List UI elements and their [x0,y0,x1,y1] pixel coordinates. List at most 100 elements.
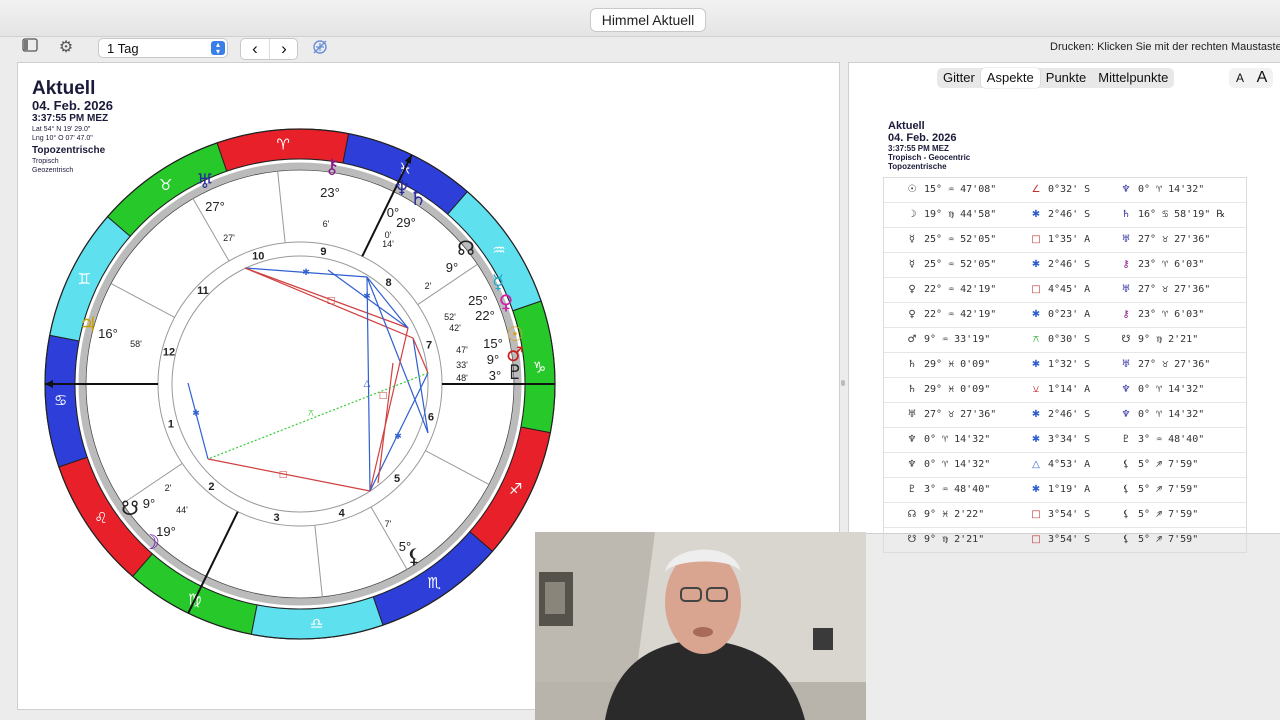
aspect-orb: □ 4°45' A [1031,284,1091,295]
aspect-row[interactable]: ☽ 19° ♍ 44'58" ✱ 2°46' S ♄ 16° ♋ 58'19" ℞ [884,203,1246,228]
capricorn-sign-glyph: ♑ [533,358,546,376]
saturn-degree: 29° [396,215,416,230]
link-off-icon[interactable] [310,38,330,58]
aquarius-sign-glyph: ♒ [492,241,505,259]
scorpio-sign-glyph: ♏ [427,574,441,592]
aspect-orb: △ 4°53' A [1032,459,1091,470]
moon-degree: 19° [156,524,176,539]
aspect-position-2: ⚷ 23° ♈ 6'03" [1122,259,1205,270]
aspect-position-1: ♀ 22° ♒ 42'19" [908,284,997,295]
venus-glyph: ♀ [499,290,514,314]
square-marker: □ [327,296,336,306]
chiron-degree: 23° [320,185,340,200]
window-title: Himmel Aktuell [590,8,706,32]
aspect-position-2: ⚸ 5° ♐ 7'59" [1122,509,1199,520]
aspect-position-1: ☿ 25° ♒ 52'05" [908,259,997,270]
gemini-sign-glyph: ♊ [78,270,91,288]
sextile-marker: ✱ [302,268,310,278]
aspect-row[interactable]: ♇ 3° ♒ 48'40" ✱ 1°19' A ⚸ 5° ♐ 7'59" [884,478,1246,503]
back-button[interactable]: ‹ [241,39,269,59]
house-number-6: 6 [428,412,434,424]
aspect-row[interactable]: ♅ 27° ♉ 27'36" ✱ 2°46' S ♆ 0° ♈ 14'32" [884,403,1246,428]
uranus-glyph: ♅ [196,169,214,193]
sidebar-toggle-icon[interactable] [20,38,40,58]
tab-gitter[interactable]: Gitter [937,68,981,88]
forward-button[interactable]: › [269,39,298,59]
aspect-row[interactable]: ♂ 9° ♒ 33'19" ⚻ 0°30' S ☋ 9° ♍ 2'21" [884,328,1246,353]
aspect-row[interactable]: ♆ 0° ♈ 14'32" △ 4°53' A ⚸ 5° ♐ 7'59" [884,453,1246,478]
aspect-position-2: ☋ 9° ♍ 2'21" [1121,334,1199,345]
font-smaller-button[interactable]: A [1229,68,1251,88]
period-select[interactable]: 1 Tag ▴ ▾ [98,38,228,58]
aspect-position-2: ⚸ 5° ♐ 7'59" [1122,534,1199,545]
house-number-11: 11 [197,285,209,297]
tab-aspekte[interactable]: Aspekte [980,68,1040,88]
aspect-row[interactable]: ♄ 29° ♓ 0'09" ⚺ 1°14' A ♆ 0° ♈ 14'32" [884,378,1246,403]
venus-minutes: 42' [449,323,461,333]
aspects-header: Aktuell 04. Feb. 2026 3:37:55 PM MEZ Tro… [888,120,970,171]
mars-degree: 9° [487,352,499,367]
stepper-icon[interactable]: ▴ ▾ [211,41,225,56]
sagittarius-sign-glyph: ♐ [509,480,522,498]
jupiter-glyph: ♃ [79,312,97,336]
aspect-position-1: ♄ 29° ♓ 0'09" [907,384,991,395]
aspect-position-2: ♆ 0° ♈ 14'32" [1121,184,1205,195]
house-number-12: 12 [163,346,175,358]
leo-sign-glyph: ♌ [94,509,107,527]
house-number-1: 1 [168,418,174,430]
aspect-row[interactable]: ☉ 15° ♒ 47'08" ∠ 0°32' S ♆ 0° ♈ 14'32" [884,178,1246,203]
aspect-row[interactable]: ♀ 22° ♒ 42'19" □ 4°45' A ♅ 27° ♉ 27'36" [884,278,1246,303]
mercury-degree: 25° [468,293,488,308]
mars-minutes: 33' [456,360,468,370]
aspect-position-2: ♅ 27° ♉ 27'36" [1121,234,1211,245]
aspect-row[interactable]: ♀ 22° ♒ 42'19" ✱ 0°23' A ⚷ 23° ♈ 6'03" [884,303,1246,328]
aspect-orb: ✱ 1°19' A [1031,484,1091,495]
house-number-3: 3 [273,512,279,524]
lilith-degree: 5° [399,539,411,554]
period-value: 1 Tag [107,41,139,56]
sextile-marker: ✱ [363,292,371,302]
house-number-9: 9 [320,246,326,258]
trine-marker: △ [364,379,371,389]
aspect-row[interactable]: ♄ 29° ♓ 0'09" ✱ 1°32' S ♅ 27° ♉ 27'36" [884,353,1246,378]
aspect-row[interactable]: ☊ 9° ♓ 2'22" □ 3°54' S ⚸ 5° ♐ 7'59" [884,503,1246,528]
aspect-position-2: ♄ 16° ♋ 58'19" ℞ [1121,209,1226,220]
tab-punkte[interactable]: Punkte [1040,68,1092,88]
north-node-glyph: ☊ [457,236,475,260]
sextile-marker: ✱ [394,432,402,442]
aspect-position-1: ☉ 15° ♒ 47'08" [907,184,997,195]
aspect-orb: □ 1°35' A [1031,234,1091,245]
moon-minutes: 44' [176,505,188,515]
north-node-degree: 9° [446,260,458,275]
aspect-position-2: ⚷ 23° ♈ 6'03" [1122,309,1205,320]
aspects-date: 04. Feb. 2026 [888,132,957,144]
chiron-glyph: ⚷ [325,154,340,178]
pane-splitter[interactable] [841,380,845,386]
aspects-time: 3:37:55 PM MEZ [888,144,949,153]
aspect-orb: ✱ 2°46' S [1031,209,1091,220]
aspect-position-2: ♆ 0° ♈ 14'32" [1121,409,1205,420]
aspect-row[interactable]: ☿ 25° ♒ 52'05" ✱ 2°46' S ⚷ 23° ♈ 6'03" [884,253,1246,278]
square-marker: □ [279,470,288,480]
font-size-group: A A [1229,68,1273,88]
saturn-glyph: ♄ [409,186,427,210]
tab-mittelpunkte[interactable]: Mittelpunkte [1092,68,1174,88]
font-larger-button[interactable]: A [1251,68,1273,88]
print-hint: Drucken: Klicken Sie mit der rechten Mau… [1050,41,1280,53]
south-node-minutes: 2' [165,483,172,493]
aspects-system: Tropisch - Geocentric [888,153,971,162]
title-bar: Himmel Aktuell [0,0,1280,37]
aspect-position-1: ♇ 3° ♒ 48'40" [907,484,991,495]
saturn-minutes: 0' [385,230,392,240]
chiron-minutes: 6' [323,219,330,229]
aspect-orb: ∠ 0°32' S [1031,184,1091,195]
aspect-position-2: ♆ 0° ♈ 14'32" [1121,384,1205,395]
aspect-row[interactable]: ☿ 25° ♒ 52'05" □ 1°35' A ♅ 27° ♉ 27'36" [884,228,1246,253]
aspect-row[interactable]: ♆ 0° ♈ 14'32" ✱ 3°34' S ♇ 3° ♒ 48'40" [884,428,1246,453]
aspect-orb: ⚺ 1°14' A [1032,384,1091,395]
aspect-row[interactable]: ☋ 9° ♍ 2'21" □ 3°54' S ⚸ 5° ♐ 7'59" [884,528,1246,552]
aspect-position-1: ☽ 19° ♍ 44'58" [907,209,997,220]
house-number-7: 7 [426,340,432,352]
house-number-2: 2 [208,481,214,493]
gear-icon[interactable]: ⚙ [56,38,76,58]
